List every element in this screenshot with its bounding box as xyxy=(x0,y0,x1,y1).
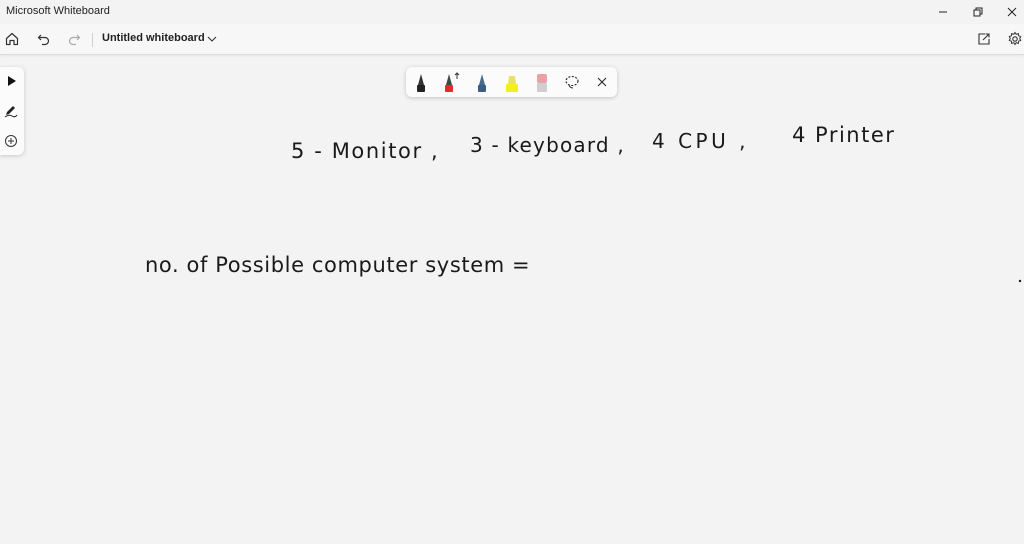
ink-monitor: 5 - Monitor , xyxy=(291,139,439,163)
ink-cpu: 4 CPU , xyxy=(652,129,749,153)
ink-dot xyxy=(1018,279,1022,283)
ink-keyboard: 3 - keyboard , xyxy=(470,133,625,157)
whiteboard-canvas[interactable]: 5 - Monitor , 3 - keyboard , 4 CPU , 4 P… xyxy=(0,0,1024,544)
ink-printer: 4 Printer xyxy=(792,123,895,147)
ink-question: no. of Possible computer system = xyxy=(145,253,530,277)
